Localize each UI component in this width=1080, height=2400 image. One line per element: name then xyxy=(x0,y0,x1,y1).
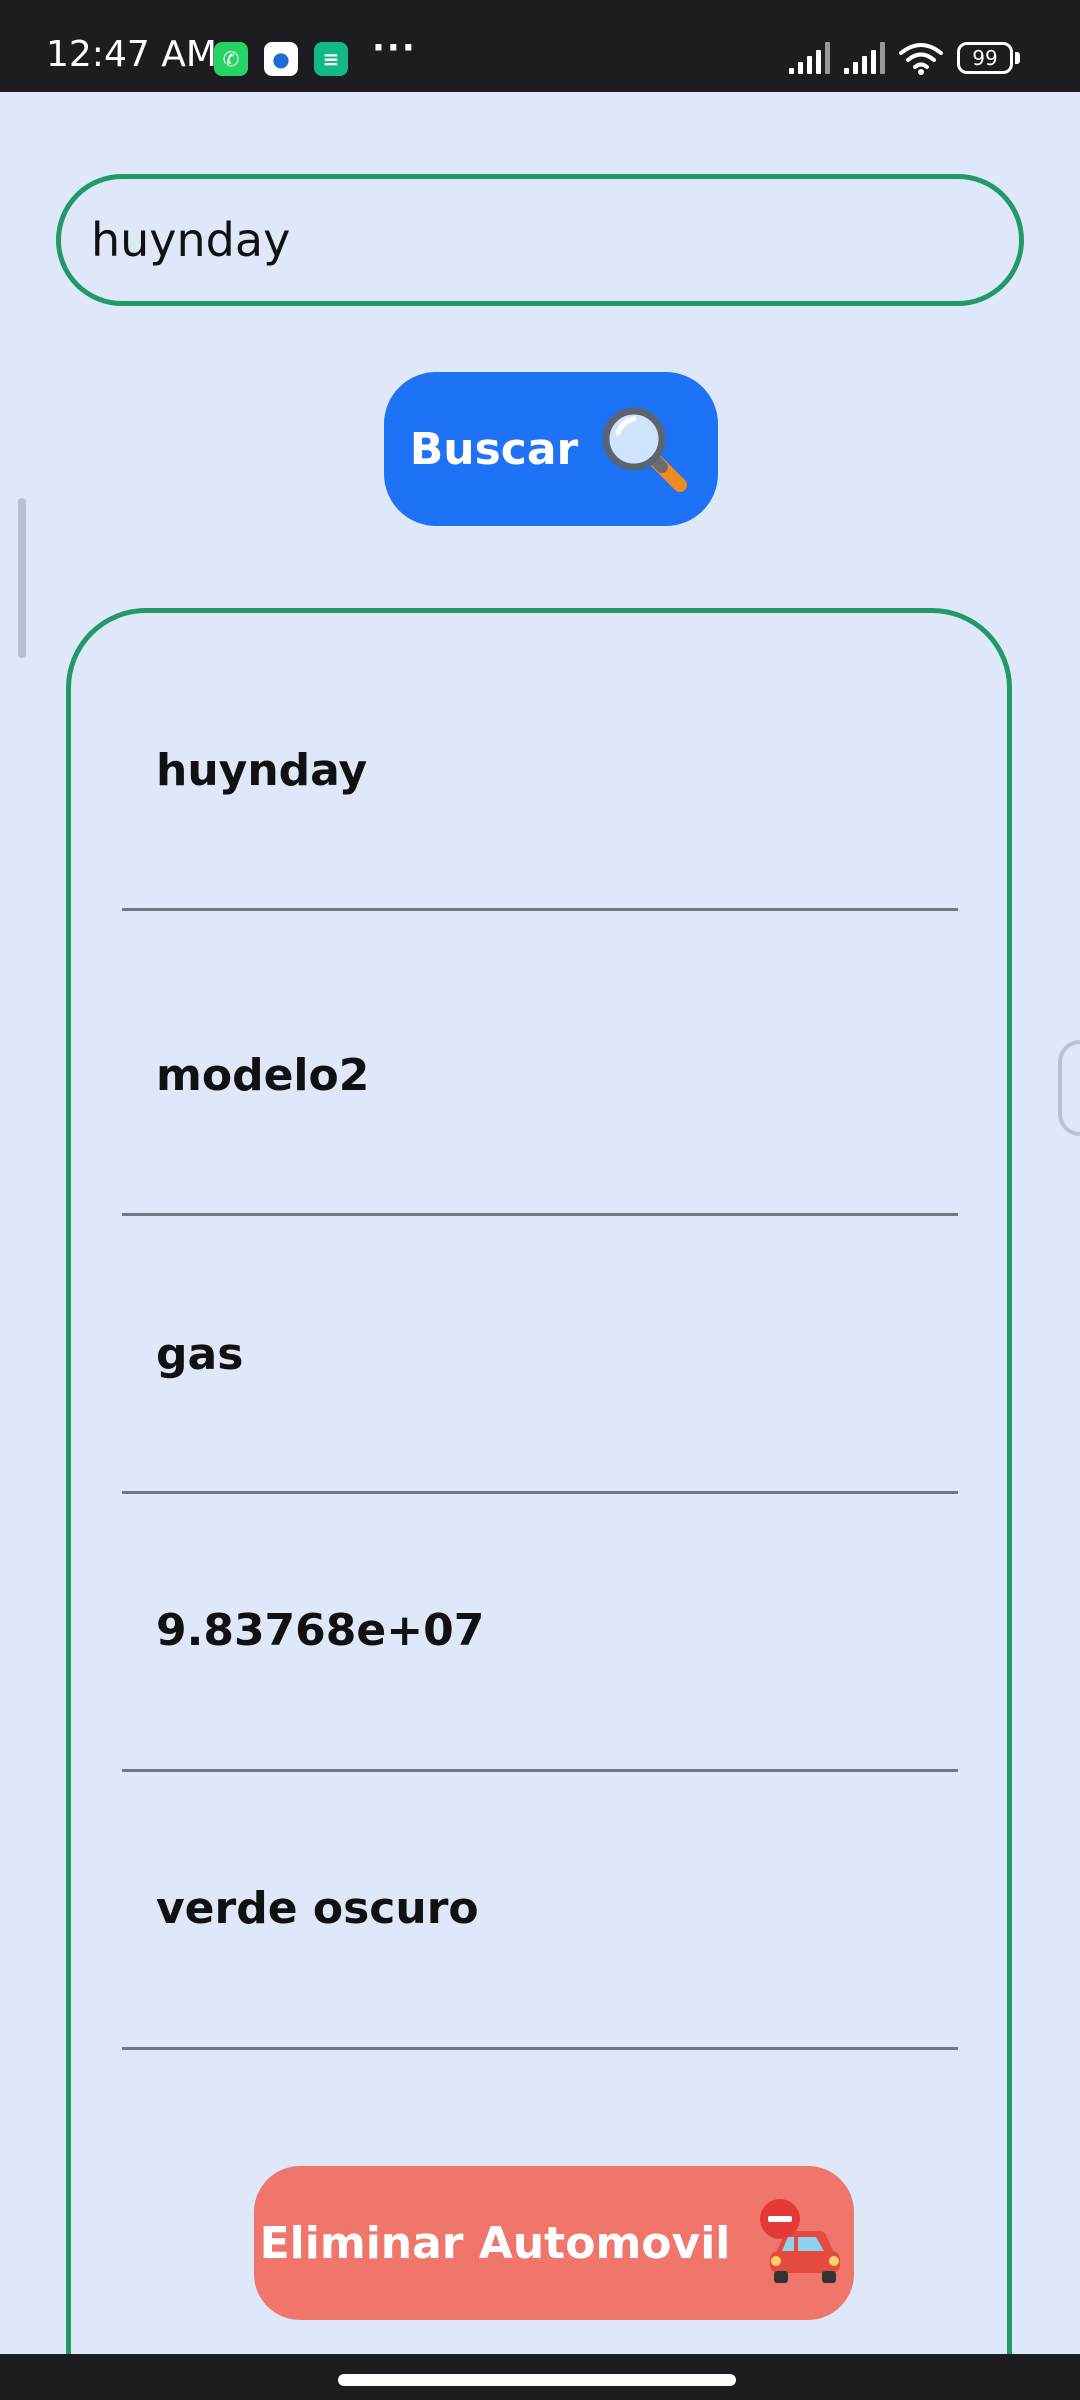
battery-icon: 99 xyxy=(957,42,1020,74)
divider xyxy=(122,1213,958,1216)
whatsapp-icon: ✆ xyxy=(214,42,248,76)
field-color: verde oscuro xyxy=(156,1882,479,1934)
search-input[interactable] xyxy=(56,174,1024,306)
car-minus-icon xyxy=(760,2199,841,2283)
divider xyxy=(122,1491,958,1494)
divider xyxy=(122,908,958,911)
home-indicator[interactable] xyxy=(338,2374,736,2386)
scroll-indicator[interactable] xyxy=(18,498,26,658)
delete-button-label: Eliminar Automovil xyxy=(259,2217,731,2269)
magnifying-glass-icon xyxy=(602,407,688,492)
messages-icon: ● xyxy=(264,42,298,76)
details-card xyxy=(66,608,1012,2400)
status-time: 12:47 AM xyxy=(46,34,217,75)
delete-car-button[interactable]: Eliminar Automovil xyxy=(254,2166,854,2320)
edge-panel-handle[interactable] xyxy=(1058,1040,1080,1136)
battery-level: 99 xyxy=(957,42,1013,74)
shortcut-app-icon: ≡ xyxy=(314,42,348,76)
field-model: modelo2 xyxy=(156,1049,370,1101)
status-indicators: 99 xyxy=(789,40,1020,76)
divider xyxy=(122,1769,958,1772)
more-notifications-icon: ··· xyxy=(372,28,417,68)
field-price: 9.83768e+07 xyxy=(156,1604,485,1656)
signal-icon-2 xyxy=(844,42,885,74)
field-fuel: gas xyxy=(156,1328,244,1380)
search-button-label: Buscar xyxy=(409,423,579,475)
field-brand: huynday xyxy=(156,744,368,796)
search-button[interactable]: Buscar xyxy=(384,372,718,526)
divider xyxy=(122,2047,958,2050)
wifi-icon xyxy=(899,43,943,75)
status-bar: 12:47 AM ✆ ● ≡ ··· 99 xyxy=(0,0,1080,92)
signal-icon xyxy=(789,42,830,74)
